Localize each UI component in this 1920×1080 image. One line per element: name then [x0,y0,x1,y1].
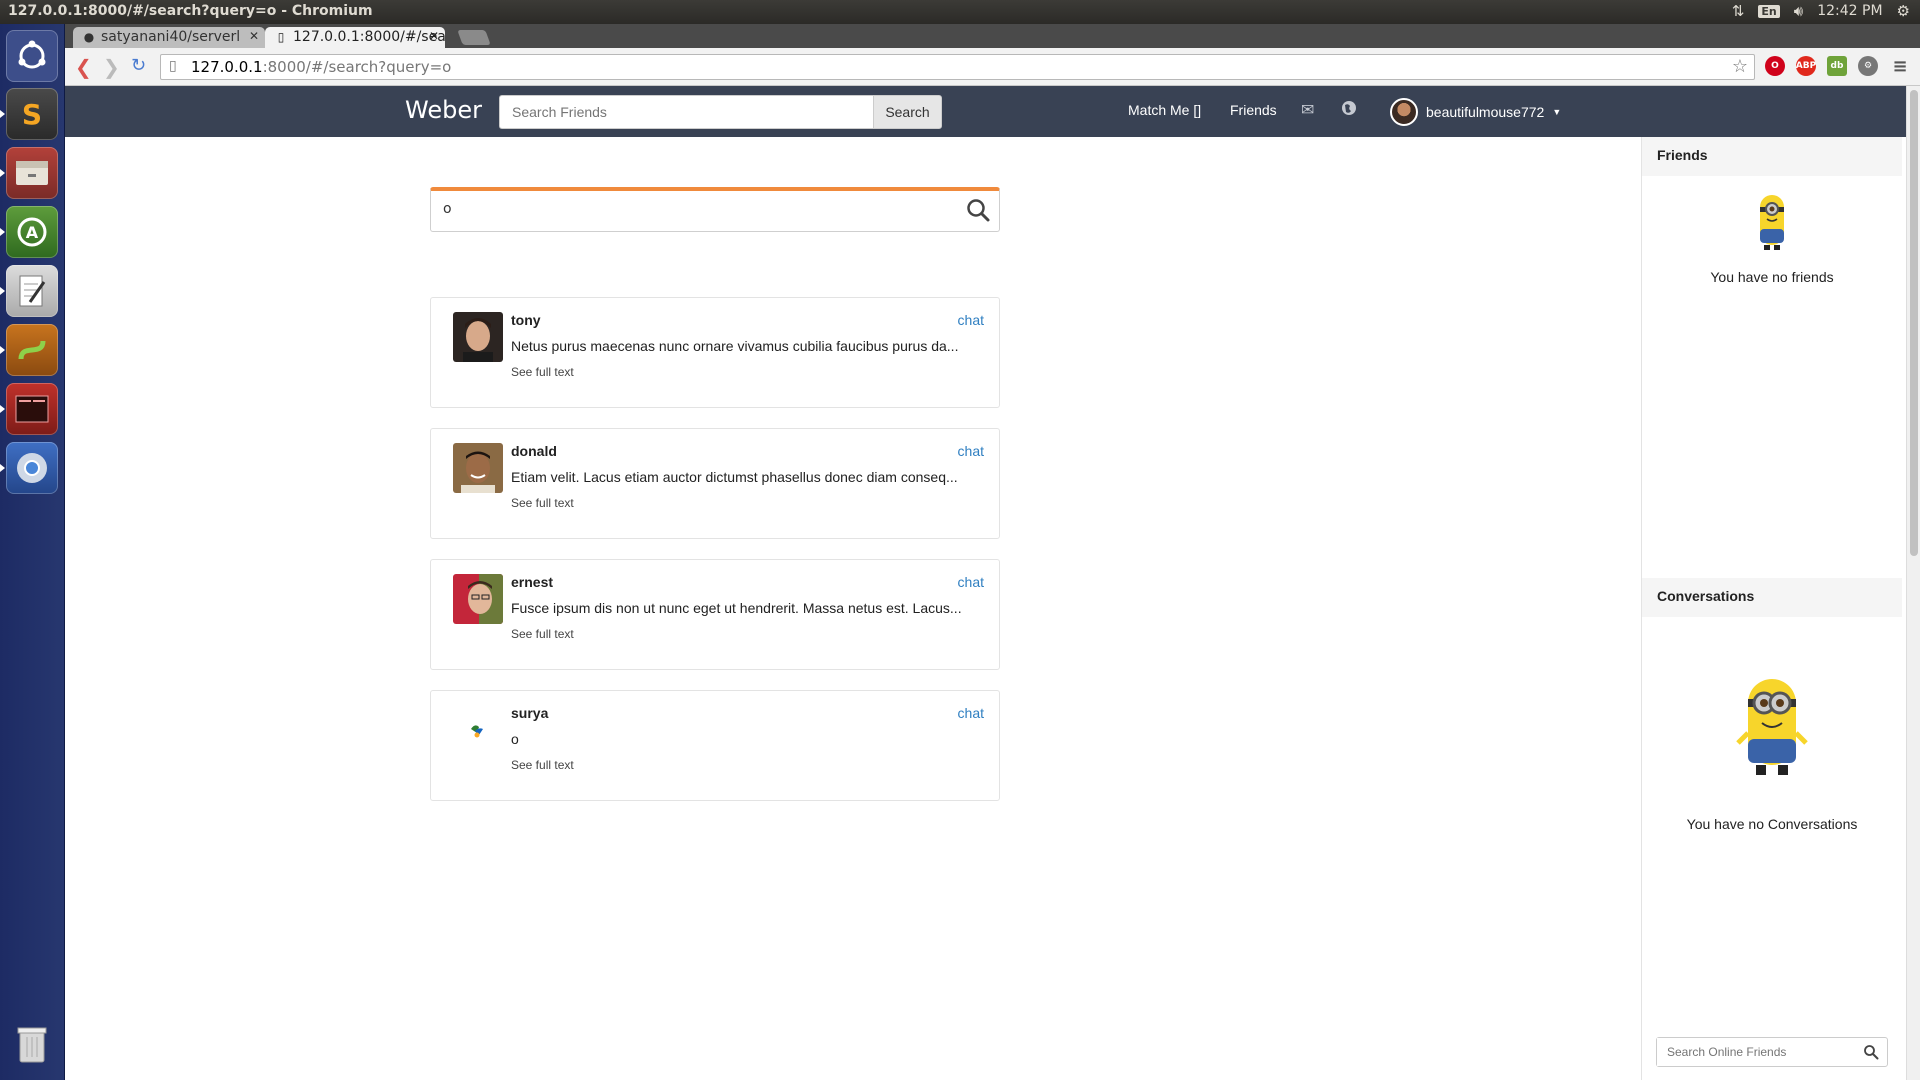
page-scrollbar[interactable] [1906,86,1920,1080]
match-me-link[interactable]: Match Me [] [1128,102,1201,118]
profile-photo[interactable] [453,312,503,362]
search-friends-input[interactable] [499,95,873,129]
no-conversations-message: You have no Conversations [1686,816,1858,832]
profile-photo[interactable] [453,574,503,624]
svg-text:A: A [26,223,39,242]
tab-title: 127.0.0.1:8000/#/sea [293,29,445,45]
reload-icon[interactable]: ↻ [131,55,146,76]
friends-panel-title: Friends [1642,137,1902,176]
back-icon[interactable]: ❮ [75,55,92,79]
url-path: :8000/#/search?query=o [262,58,452,76]
tab-weber-search[interactable]: ▯ 127.0.0.1:8000/#/sea ✕ [265,27,445,48]
profile-photo[interactable] [453,443,503,493]
pycharm-icon[interactable] [0,324,58,376]
page-icon: ▯ [169,58,177,74]
bookmark-star-icon[interactable]: ☆ [1732,56,1748,77]
avatar [1390,98,1418,126]
result-name[interactable]: ernest [511,574,553,590]
see-full-text-link[interactable]: See full text [511,758,574,772]
search-query-value: o [443,201,452,217]
right-sidebar: Friends You have no friends Conversation… [1641,137,1902,1080]
result-text: Etiam velit. Lacus etiam auctor dictumst… [511,469,958,485]
scrollbar-thumb[interactable] [1910,90,1918,556]
ubuntu-dash-icon[interactable] [6,30,58,82]
globe-icon[interactable] [1341,100,1357,120]
caret-down-icon: ▼ [1552,107,1562,117]
result-card: tony chat Netus purus maecenas nunc orna… [430,297,1000,408]
close-icon[interactable]: ✕ [249,29,259,43]
chat-link[interactable]: chat [958,312,984,328]
tab-github[interactable]: ● satyanani40/serverl ✕ [73,27,265,48]
new-tab-button[interactable] [457,30,491,45]
result-card: donald chat Etiam velit. Lacus etiam auc… [430,428,1000,539]
search-query-box[interactable]: o [430,187,1000,232]
software-updater-icon[interactable]: A [0,206,58,258]
user-menu[interactable]: beautifulmouse772 ▼ [1390,98,1561,126]
browser-tab-strip: ● satyanani40/serverl ✕ ▯ 127.0.0.1:8000… [65,24,1920,48]
github-icon: ● [83,30,95,44]
search-icon[interactable] [965,197,991,223]
result-card: surya chat o See full text [430,690,1000,801]
see-full-text-link[interactable]: See full text [511,627,574,641]
username: beautifulmouse772 [1426,104,1545,120]
envelope-icon[interactable]: ✉ [1301,100,1314,119]
online-friends-search [1656,1037,1888,1067]
brand-logo[interactable]: Weber [405,96,482,124]
os-top-panel: 127.0.0.1:8000/#/search?query=o - Chromi… [0,0,1920,24]
volume-icon[interactable]: 🔊︎ [1794,2,1803,20]
see-full-text-link[interactable]: See full text [511,496,574,510]
search-online-friends-input[interactable] [1657,1038,1857,1066]
system-tray: ⇅ En 🔊︎ 12:42 PM ⚙ [1732,2,1910,20]
result-text: Fusce ipsum dis non ut nunc eget ut hend… [511,600,962,616]
extension-icon[interactable]: ⚙ [1858,56,1878,76]
friends-link[interactable]: Friends [1230,102,1277,118]
minion-illustration [1728,673,1816,783]
opera-extension-icon[interactable]: O [1765,56,1785,76]
tab-title: satyanani40/serverl [101,29,241,45]
result-name[interactable]: surya [511,705,548,721]
chat-link[interactable]: chat [958,705,984,721]
result-name[interactable]: donald [511,443,557,459]
result-name[interactable]: tony [511,312,541,328]
network-icon[interactable]: ⇅ [1732,2,1745,20]
menu-icon[interactable]: ≡ [1890,56,1910,77]
minion-illustration [1748,189,1796,253]
result-text: Netus purus maecenas nunc ornare vivamus… [511,338,959,354]
conversations-panel-title: Conversations [1642,578,1902,617]
sublime-text-icon[interactable]: S [0,88,58,140]
result-card: ernest chat Fusce ipsum dis non ut nunc … [430,559,1000,670]
page-icon: ▯ [277,30,285,44]
file-manager-icon[interactable] [0,147,58,199]
browser-toolbar: ❮ ❯ ↻ ▯ 127.0.0.1:8000/#/search?query=o … [65,48,1920,86]
search-button[interactable]: Search [873,95,942,129]
profile-photo[interactable] [453,705,503,755]
trash-icon[interactable] [6,1018,58,1070]
adblock-plus-icon[interactable]: ABP [1796,56,1816,76]
unity-launcher: S A [0,24,65,1080]
address-bar[interactable]: ▯ 127.0.0.1:8000/#/search?query=o ☆ [160,54,1755,80]
keyboard-layout-indicator[interactable]: En [1758,4,1780,18]
page-viewport: Weber Search Match Me [] Friends ✉ beaut… [65,86,1920,1080]
chat-link[interactable]: chat [958,574,984,590]
window-title: 127.0.0.1:8000/#/search?query=o - Chromi… [8,3,373,19]
forward-icon[interactable]: ❯ [103,55,120,79]
result-text: o [511,731,519,747]
db-extension-icon[interactable]: db [1827,56,1847,76]
chat-link[interactable]: chat [958,443,984,459]
see-full-text-link[interactable]: See full text [511,365,574,379]
terminal-icon[interactable] [0,383,58,435]
navbar-search: Search [499,95,942,129]
text-editor-icon[interactable] [0,265,58,317]
gear-icon[interactable]: ⚙ [1897,2,1910,20]
app-navbar: Weber Search Match Me [] Friends ✉ beaut… [65,86,1920,137]
close-icon[interactable]: ✕ [429,29,439,43]
no-friends-message: You have no friends [1710,269,1834,285]
chromium-icon[interactable] [0,442,58,494]
url-host: 127.0.0.1 [191,58,263,76]
search-icon[interactable] [1863,1044,1879,1060]
clock[interactable]: 12:42 PM [1817,3,1882,19]
